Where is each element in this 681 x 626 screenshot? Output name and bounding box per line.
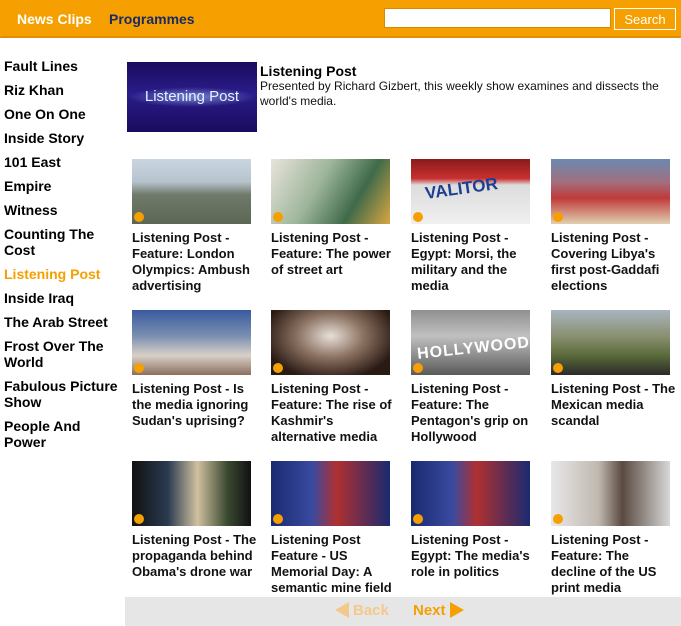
video-title[interactable]: Listening Post - Feature: The rise of Ka…: [271, 381, 396, 445]
aljazeera-logo-icon: [273, 514, 283, 524]
search-button[interactable]: Search: [614, 8, 676, 30]
sidebar-item-riz-khan[interactable]: Riz Khan: [4, 82, 122, 98]
video-card: Listening Post - Feature: The power of s…: [271, 159, 396, 278]
aljazeera-logo-icon: [413, 514, 423, 524]
sidebar-item-one-on-one[interactable]: One On One: [4, 106, 122, 122]
next-button[interactable]: Next: [413, 602, 464, 619]
video-card: Listening Post - Egypt: The media's role…: [411, 461, 536, 580]
sidebar-item-inside-story[interactable]: Inside Story: [4, 130, 122, 146]
aljazeera-logo-icon: [553, 212, 563, 222]
video-card: Listening Post - The Mexican media scand…: [551, 310, 676, 429]
sidebar-item-witness[interactable]: Witness: [4, 202, 122, 218]
video-title[interactable]: Listening Post - Feature: The decline of…: [551, 532, 676, 596]
aljazeera-logo-icon: [134, 212, 144, 222]
aerial-city-thumbnail[interactable]: [132, 159, 251, 224]
sidebar-item-101-east[interactable]: 101 East: [4, 154, 122, 170]
video-title[interactable]: Listening Post - Is the media ignoring S…: [132, 381, 257, 429]
programme-thumbnail-logo: Listening Post: [144, 88, 240, 105]
aljazeera-logo-icon: [553, 363, 563, 373]
sidebar-item-counting-the-cost[interactable]: Counting The Cost: [4, 226, 122, 258]
hollywood-sign-text: HOLLYWOOD: [416, 334, 530, 363]
arrow-right-icon: [449, 602, 464, 618]
back-button[interactable]: Back: [335, 602, 389, 619]
video-card: Listening Post - The propaganda behind O…: [132, 461, 257, 580]
street-art-thumbnail[interactable]: [271, 159, 390, 224]
tab-news-clips[interactable]: News Clips: [17, 11, 92, 27]
hollywood-sign-thumbnail[interactable]: HOLLYWOOD: [411, 310, 530, 375]
search-input[interactable]: [384, 8, 611, 28]
crowd-thumbnail[interactable]: [551, 159, 670, 224]
video-title[interactable]: Listening Post - Covering Libya's first …: [551, 230, 676, 294]
video-card: Listening Post - Is the media ignoring S…: [132, 310, 257, 429]
pagination-bar: Back Next: [125, 597, 681, 626]
aljazeera-logo-icon: [553, 514, 563, 524]
aljazeera-logo-icon: [413, 212, 423, 222]
landscape-thumbnail[interactable]: [551, 310, 670, 375]
sidebar-item-the-arab-street[interactable]: The Arab Street: [4, 314, 122, 330]
video-title[interactable]: Listening Post - The propaganda behind O…: [132, 532, 257, 580]
video-title[interactable]: Listening Post - Feature: London Olympic…: [132, 230, 257, 294]
video-title[interactable]: Listening Post - Egypt: Morsi, the milit…: [411, 230, 536, 294]
sidebar-item-listening-post[interactable]: Listening Post: [4, 266, 122, 282]
aljazeera-logo-icon: [134, 514, 144, 524]
street-scene-thumbnail[interactable]: [132, 310, 251, 375]
video-title[interactable]: Listening Post Feature - US Memorial Day…: [271, 532, 396, 596]
newsroom-thumbnail[interactable]: [271, 461, 390, 526]
programme-title: Listening Post: [260, 63, 357, 79]
video-card: Listening Post - Feature: The decline of…: [551, 461, 676, 596]
video-card: Listening Post - Covering Libya's first …: [551, 159, 676, 294]
video-card: VALITOR Listening Post - Egypt: Morsi, t…: [411, 159, 536, 294]
aljazeera-logo-icon: [273, 212, 283, 222]
sidebar-item-fabulous-picture-show[interactable]: Fabulous Picture Show: [4, 378, 122, 410]
video-card: HOLLYWOOD Listening Post - Feature: The …: [411, 310, 536, 445]
tab-programmes[interactable]: Programmes: [109, 11, 195, 27]
aljazeera-logo-icon: [273, 363, 283, 373]
sidebar-item-people-and-power[interactable]: People And Power: [4, 418, 122, 450]
video-title[interactable]: Listening Post - The Mexican media scand…: [551, 381, 676, 429]
monitors-thumbnail[interactable]: [132, 461, 251, 526]
video-title[interactable]: Listening Post - Feature: The power of s…: [271, 230, 396, 278]
top-navigation-bar: News Clips Programmes Search: [0, 0, 681, 38]
arrow-left-icon: [335, 602, 349, 618]
sidebar-item-empire[interactable]: Empire: [4, 178, 122, 194]
newsroom-thumbnail[interactable]: [411, 461, 530, 526]
sidebar-item-frost-over-the-world[interactable]: Frost Over The World: [4, 338, 122, 370]
next-label: Next: [413, 602, 446, 619]
video-card: Listening Post - Feature: The rise of Ka…: [271, 310, 396, 445]
valitor-sign-thumbnail[interactable]: VALITOR: [411, 159, 530, 224]
video-card: Listening Post - Feature: London Olympic…: [132, 159, 257, 294]
video-title[interactable]: Listening Post - Egypt: The media's role…: [411, 532, 536, 580]
sidebar-item-inside-iraq[interactable]: Inside Iraq: [4, 290, 122, 306]
sidebar-item-fault-lines[interactable]: Fault Lines: [4, 58, 122, 74]
programme-thumbnail[interactable]: Listening Post: [127, 62, 257, 132]
video-card: Listening Post Feature - US Memorial Day…: [271, 461, 396, 596]
back-label: Back: [353, 602, 389, 619]
programme-description: Presented by Richard Gizbert, this weekl…: [260, 79, 659, 108]
hat-portrait-thumbnail[interactable]: [271, 310, 390, 375]
aljazeera-logo-icon: [413, 363, 423, 373]
interview-thumbnail[interactable]: [551, 461, 670, 526]
programme-sidebar: Fault Lines Riz Khan One On One Inside S…: [4, 58, 122, 458]
valitor-sign-text: VALITOR: [423, 174, 499, 203]
video-title[interactable]: Listening Post - Feature: The Pentagon's…: [411, 381, 536, 445]
aljazeera-logo-icon: [134, 363, 144, 373]
